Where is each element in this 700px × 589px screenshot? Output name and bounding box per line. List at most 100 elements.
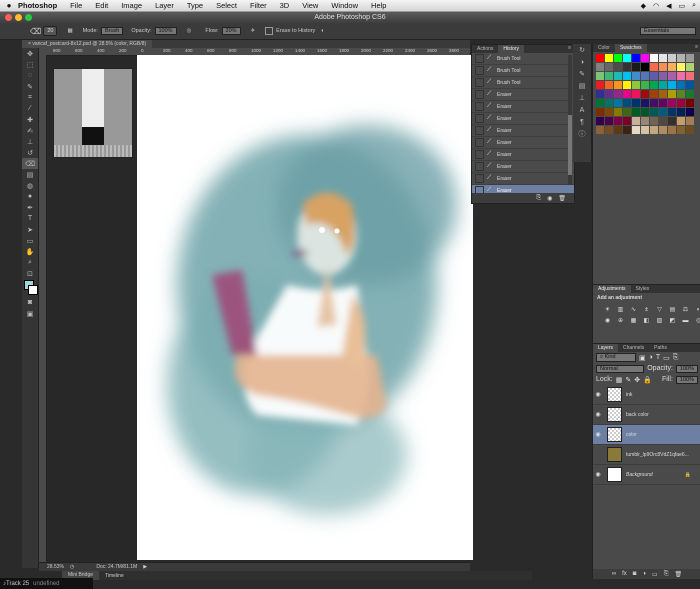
swatch[interactable] [677,117,685,125]
history-source-box[interactable] [475,150,484,159]
brush-dock-icon[interactable]: ✎ [573,68,591,80]
status-menu-icon[interactable]: ▶ [143,564,147,570]
filter-adjust-icon[interactable]: ◑ [649,354,653,361]
default-colors-icon[interactable]: ⊡ [22,268,38,279]
swatch[interactable] [650,90,658,98]
canvas[interactable] [137,55,473,560]
menu-photoshop[interactable]: Photoshop [18,1,57,10]
history-item[interactable]: ⟋ Brush Tool [472,77,574,89]
brush-tool-icon[interactable]: ✍ [22,125,38,136]
swatch[interactable] [659,108,667,116]
layer-name[interactable]: tumblr_lp9Orc8VdZ1qfae6... [626,452,689,458]
menu-layer[interactable]: Layer [155,1,174,10]
type-tool-icon[interactable]: T [22,213,38,224]
tab-channels[interactable]: Channels [618,344,649,352]
visibility-eye-icon[interactable]: ◉ [593,411,603,418]
swatch[interactable] [641,117,649,125]
path-select-tool-icon[interactable]: ➤ [22,224,38,235]
menu-help[interactable]: Help [371,1,386,10]
menu-filter[interactable]: Filter [250,1,267,10]
snapshot-icon[interactable]: ◉ [547,195,552,202]
swatch[interactable] [659,126,667,134]
swatch[interactable] [677,99,685,107]
history-source-box[interactable] [475,66,484,75]
history-source-box[interactable] [475,162,484,171]
blur-tool-icon[interactable]: ◍ [22,180,38,191]
trash-icon[interactable]: 🗑 [558,195,566,202]
color-lookup-icon[interactable]: ▦ [629,316,638,325]
history-item[interactable]: ⟋ Eraser [472,173,574,185]
lasso-tool-icon[interactable]: ◌ [22,70,38,81]
swatch[interactable] [668,99,676,107]
history-source-box[interactable] [475,90,484,99]
swatch[interactable] [632,126,640,134]
exposure-icon[interactable]: ± [642,305,651,314]
filter-smart-icon[interactable]: ⎘ [673,354,679,362]
status-icon[interactable]: ◷ [70,564,74,570]
brightness-icon[interactable]: ☀ [603,305,612,314]
airbrush-icon[interactable]: ✈ [251,28,256,34]
tab-timeline[interactable]: Timeline [99,573,130,579]
history-item[interactable]: ⟋ Eraser [472,89,574,101]
trash-icon[interactable]: 🗑 [675,571,683,578]
swatch[interactable] [605,72,613,80]
layer-name[interactable]: ink [626,392,632,398]
menu-type[interactable]: Type [187,1,203,10]
swatch[interactable] [659,90,667,98]
swatch[interactable] [650,81,658,89]
swatch[interactable] [668,72,676,80]
swatch[interactable] [686,81,694,89]
tab-history[interactable]: History [498,45,524,53]
vibrance-icon[interactable]: ▽ [655,305,664,314]
flow-field[interactable]: 20% [221,27,241,35]
wifi-icon[interactable]: ◠ [653,2,659,10]
gradient-tool-icon[interactable]: ▤ [22,169,38,180]
info-icon[interactable]: ⓘ [573,128,591,140]
swatch[interactable] [605,90,613,98]
swatch[interactable] [650,108,658,116]
document-tab[interactable]: × vancaf_postcard-8x12.psd @ 28.5% (colo… [22,40,153,48]
history-item[interactable]: ⟋ Eraser [472,161,574,173]
layer-row[interactable]: ◉ back color [593,405,700,425]
menu-image[interactable]: Image [121,1,142,10]
menu-3d[interactable]: 3D [280,1,290,10]
swatch[interactable] [650,117,658,125]
history-source-box[interactable] [475,102,484,111]
filter-shape-icon[interactable]: ▭ [663,354,670,362]
bw-icon[interactable]: ◐ [694,305,700,314]
eyedropper-tool-icon[interactable]: ⁄ [22,103,38,114]
battery-icon[interactable]: ▭ [678,2,685,10]
layer-name[interactable]: color [626,432,637,438]
swatch[interactable] [623,126,631,134]
swatch[interactable] [632,63,640,71]
swatch[interactable] [650,126,658,134]
swatch[interactable] [614,126,622,134]
history-dock-icon[interactable]: ↻ [573,44,591,56]
swatch[interactable] [596,63,604,71]
swatch[interactable] [659,54,667,62]
invert-icon[interactable]: ◧ [642,316,651,325]
lock-transparent-icon[interactable]: ▦ [616,376,623,384]
history-scrollbar[interactable] [568,55,572,185]
menu-window[interactable]: Window [331,1,358,10]
swatch[interactable] [668,81,676,89]
layer-kind-select[interactable]: ⌕ Kind [596,353,636,362]
opacity-field[interactable]: 100% [154,27,177,35]
filter-pixel-icon[interactable]: ▣ [639,354,646,362]
menu-select[interactable]: Select [216,1,237,10]
history-source-box[interactable] [475,78,484,87]
swatch[interactable] [641,72,649,80]
swatch[interactable] [677,90,685,98]
history-item[interactable]: ⟋ Eraser [472,149,574,161]
visibility-eye-icon[interactable]: ◉ [593,431,603,438]
history-brush-tool-icon[interactable]: ↺ [22,147,38,158]
history-item[interactable]: ⟋ Brush Tool [472,53,574,65]
layer-row[interactable]: ◉ color [593,425,700,445]
history-source-box[interactable] [475,174,484,183]
swatch[interactable] [677,81,685,89]
link-icon[interactable]: ∞ [612,571,616,577]
swatch[interactable] [686,54,694,62]
pressure-opacity-icon[interactable]: ◎ [187,28,192,34]
history-source-box[interactable] [475,54,484,63]
history-source-box[interactable] [475,138,484,147]
